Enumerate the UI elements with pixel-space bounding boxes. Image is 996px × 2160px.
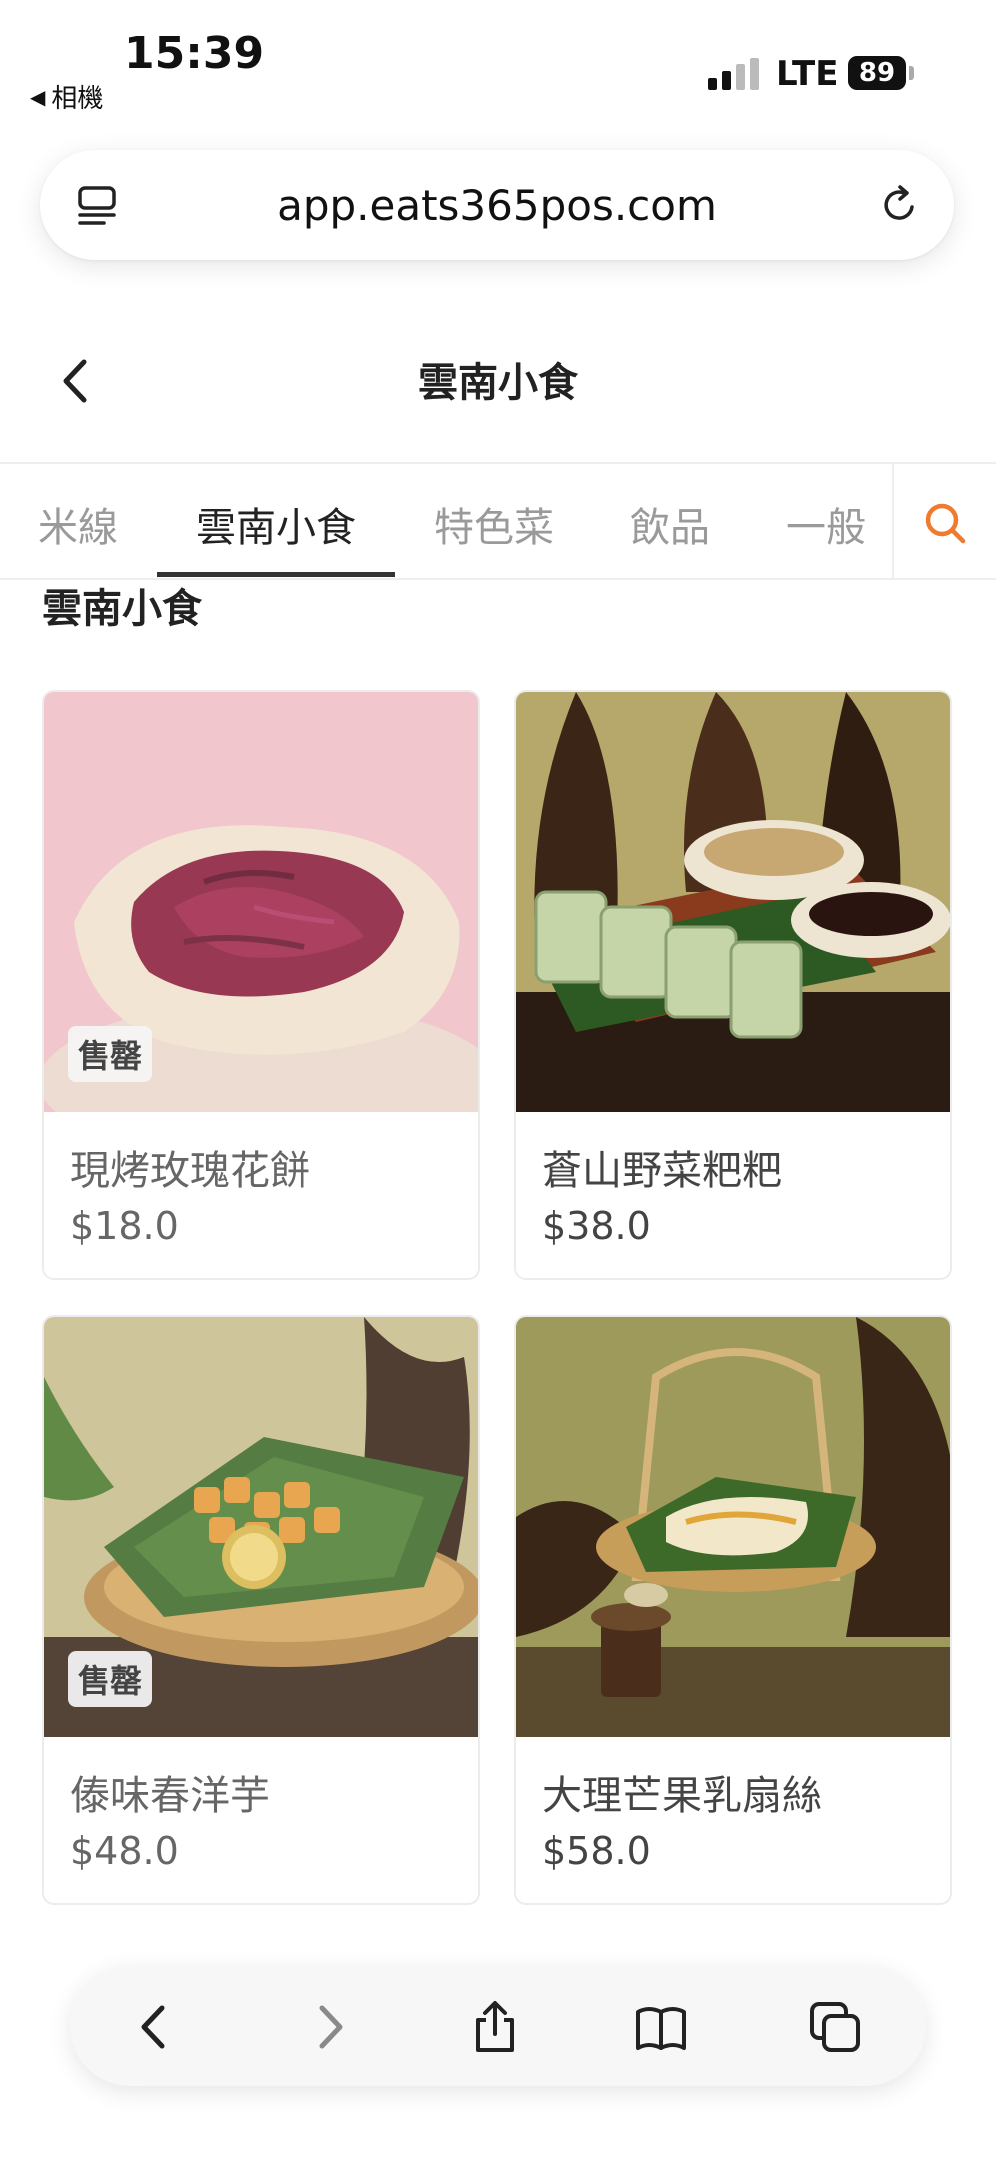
battery-icon: 89 xyxy=(848,56,906,90)
product-card[interactable]: 大理芒果乳扇絲 $58.0 xyxy=(514,1315,952,1905)
tab-general[interactable]: 一般 xyxy=(786,495,866,553)
url-text[interactable]: app.eats365pos.com xyxy=(40,150,954,260)
product-card[interactable]: 蒼山野菜粑粑 $38.0 xyxy=(514,690,952,1280)
product-image-mango-milk-fan xyxy=(516,1317,950,1737)
product-card[interactable]: 售罄 傣味春洋芋 $48.0 xyxy=(42,1315,480,1905)
address-bar[interactable]: app.eats365pos.com xyxy=(40,150,954,260)
battery-level: 89 xyxy=(858,58,896,88)
tab-yunnan-snacks[interactable]: 雲南小食 xyxy=(196,495,356,553)
product-name: 現烤玫瑰花餅 xyxy=(70,1148,310,1194)
page-title: 雲南小食 xyxy=(418,360,578,406)
battery-cap xyxy=(909,66,914,80)
tab-separator xyxy=(892,464,894,578)
search-icon[interactable] xyxy=(922,500,968,546)
header-divider xyxy=(0,462,996,464)
reload-icon[interactable] xyxy=(878,183,922,227)
share-icon[interactable] xyxy=(468,2000,522,2054)
product-name: 傣味春洋芋 xyxy=(70,1773,270,1819)
section-title: 雲南小食 xyxy=(42,586,202,632)
tab-rice-noodles[interactable]: 米線 xyxy=(38,495,118,553)
network-type: LTE xyxy=(776,54,839,94)
product-price: $58.0 xyxy=(542,1829,651,1873)
product-price: $48.0 xyxy=(70,1829,179,1873)
product-card[interactable]: 售罄 現烤玫瑰花餅 $18.0 xyxy=(42,690,480,1280)
sold-out-badge: 售罄 xyxy=(68,1651,153,1707)
back-app-label: 相機 xyxy=(51,84,104,114)
product-price: $38.0 xyxy=(542,1204,651,1248)
bookmarks-icon[interactable] xyxy=(634,2000,688,2054)
signal-icon xyxy=(708,58,759,90)
back-triangle-icon: ◀ xyxy=(30,84,46,109)
product-image-wild-vegetable-baba xyxy=(516,692,950,1112)
status-time: 15:39 xyxy=(124,28,265,79)
tab-drinks[interactable]: 飲品 xyxy=(630,495,710,553)
reader-icon[interactable] xyxy=(76,183,120,227)
tab-specialty-dishes[interactable]: 特色菜 xyxy=(434,495,554,553)
browser-toolbar xyxy=(70,1966,926,2086)
product-price: $18.0 xyxy=(70,1204,179,1248)
tabs-icon[interactable] xyxy=(808,2000,862,2054)
sold-out-badge: 售罄 xyxy=(68,1026,153,1082)
forward-icon[interactable] xyxy=(302,2000,356,2054)
product-name: 大理芒果乳扇絲 xyxy=(542,1773,822,1819)
back-to-app-link[interactable]: ◀ 相機 xyxy=(30,78,103,115)
back-icon[interactable] xyxy=(128,2000,182,2054)
product-name: 蒼山野菜粑粑 xyxy=(542,1148,782,1194)
